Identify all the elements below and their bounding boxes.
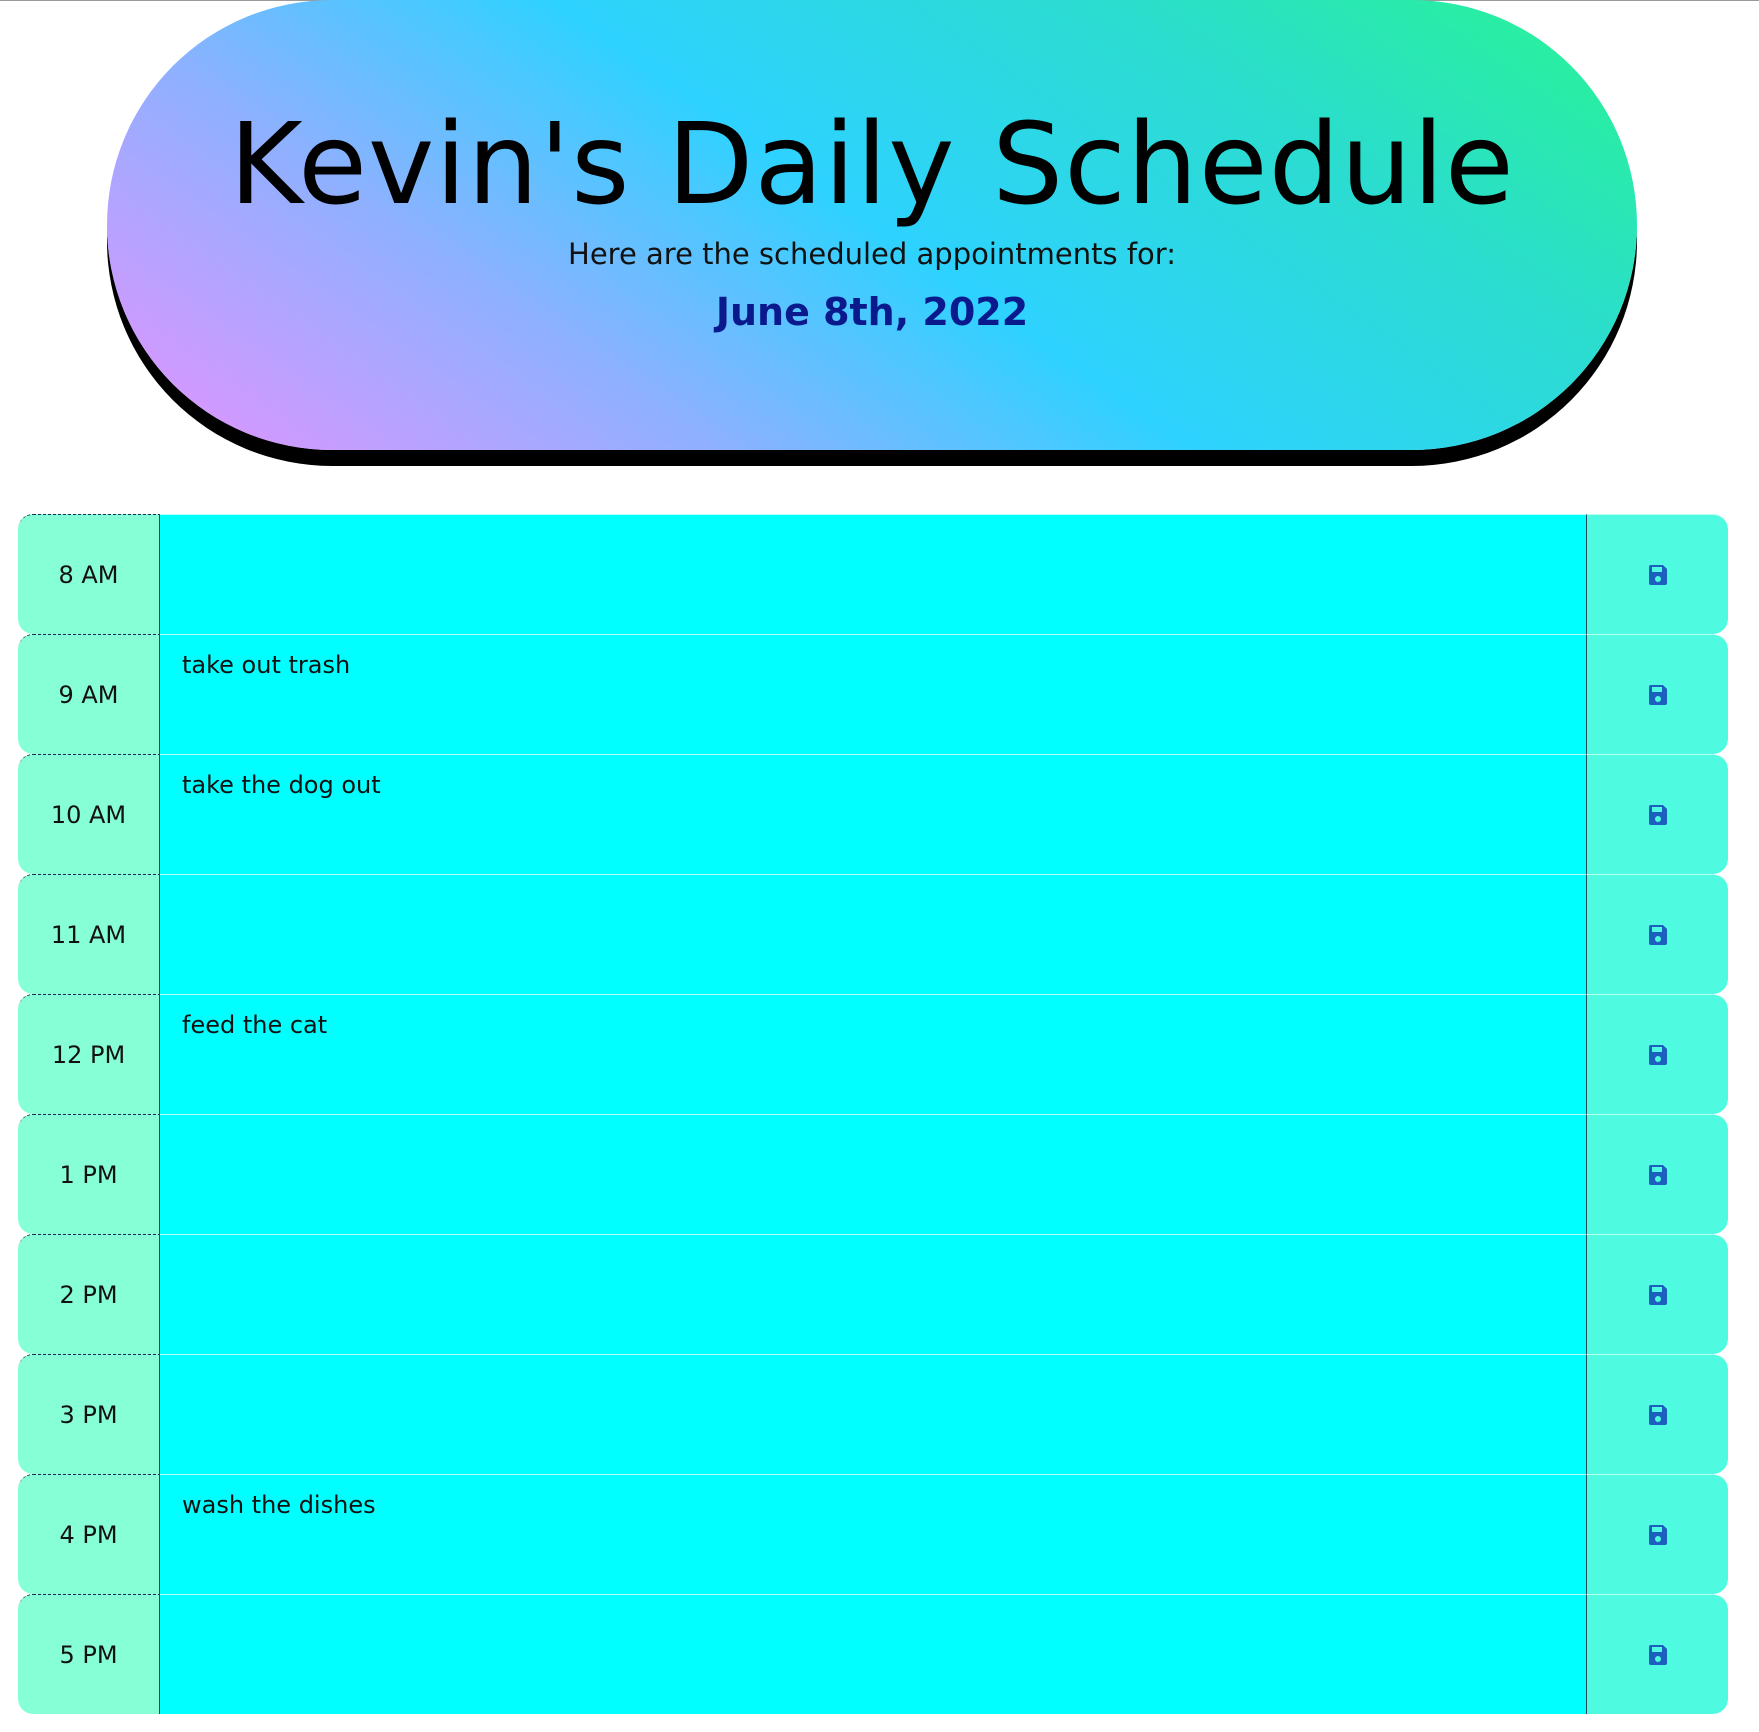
- hour-label: 10 AM: [18, 754, 160, 874]
- description-textarea[interactable]: [160, 1594, 1587, 1714]
- time-block: 1 PM: [18, 1114, 1728, 1234]
- hour-label: 1 PM: [18, 1114, 160, 1234]
- time-block: 3 PM: [18, 1354, 1728, 1474]
- save-button[interactable]: [1587, 1234, 1728, 1354]
- floppy-disk-icon: [1648, 804, 1667, 825]
- hour-label: 5 PM: [18, 1594, 160, 1714]
- time-block: 12 PM feed the cat: [18, 994, 1728, 1114]
- floppy-disk-icon: [1648, 1644, 1667, 1665]
- floppy-disk-icon: [1648, 1404, 1667, 1425]
- floppy-disk-icon: [1648, 1524, 1667, 1545]
- save-button[interactable]: [1587, 754, 1728, 874]
- floppy-disk-icon: [1648, 1164, 1667, 1185]
- time-block: 11 AM: [18, 874, 1728, 994]
- hour-label: 8 AM: [18, 514, 160, 634]
- time-block: 8 AM: [18, 514, 1728, 634]
- hour-label: 2 PM: [18, 1234, 160, 1354]
- current-date: June 8th, 2022: [715, 290, 1029, 334]
- description-textarea[interactable]: wash the dishes: [160, 1474, 1587, 1594]
- description-textarea[interactable]: [160, 514, 1587, 634]
- schedule-container: 8 AM 9 AM take out trash 10 AM take the …: [18, 514, 1728, 1714]
- save-button[interactable]: [1587, 514, 1728, 634]
- save-button[interactable]: [1587, 874, 1728, 994]
- time-block: 2 PM: [18, 1234, 1728, 1354]
- time-block: 10 AM take the dog out: [18, 754, 1728, 874]
- floppy-disk-icon: [1648, 564, 1667, 585]
- save-button[interactable]: [1587, 1114, 1728, 1234]
- description-textarea[interactable]: [160, 874, 1587, 994]
- hour-label: 12 PM: [18, 994, 160, 1114]
- time-block: 9 AM take out trash: [18, 634, 1728, 754]
- description-textarea[interactable]: feed the cat: [160, 994, 1587, 1114]
- floppy-disk-icon: [1648, 924, 1667, 945]
- hour-label: 4 PM: [18, 1474, 160, 1594]
- header-banner: Kevin's Daily Schedule Here are the sche…: [107, 0, 1637, 450]
- description-textarea[interactable]: take out trash: [160, 634, 1587, 754]
- hour-label: 9 AM: [18, 634, 160, 754]
- save-button[interactable]: [1587, 634, 1728, 754]
- page-subtitle: Here are the scheduled appointments for:: [568, 237, 1176, 271]
- time-block: 4 PM wash the dishes: [18, 1474, 1728, 1594]
- floppy-disk-icon: [1648, 684, 1667, 705]
- description-textarea[interactable]: [160, 1234, 1587, 1354]
- save-button[interactable]: [1587, 994, 1728, 1114]
- save-button[interactable]: [1587, 1354, 1728, 1474]
- save-button[interactable]: [1587, 1474, 1728, 1594]
- floppy-disk-icon: [1648, 1044, 1667, 1065]
- page-title: Kevin's Daily Schedule: [229, 100, 1515, 230]
- description-textarea[interactable]: [160, 1114, 1587, 1234]
- description-textarea[interactable]: [160, 1354, 1587, 1474]
- save-button[interactable]: [1587, 1594, 1728, 1714]
- description-textarea[interactable]: take the dog out: [160, 754, 1587, 874]
- hour-label: 3 PM: [18, 1354, 160, 1474]
- floppy-disk-icon: [1648, 1284, 1667, 1305]
- hour-label: 11 AM: [18, 874, 160, 994]
- time-block: 5 PM: [18, 1594, 1728, 1714]
